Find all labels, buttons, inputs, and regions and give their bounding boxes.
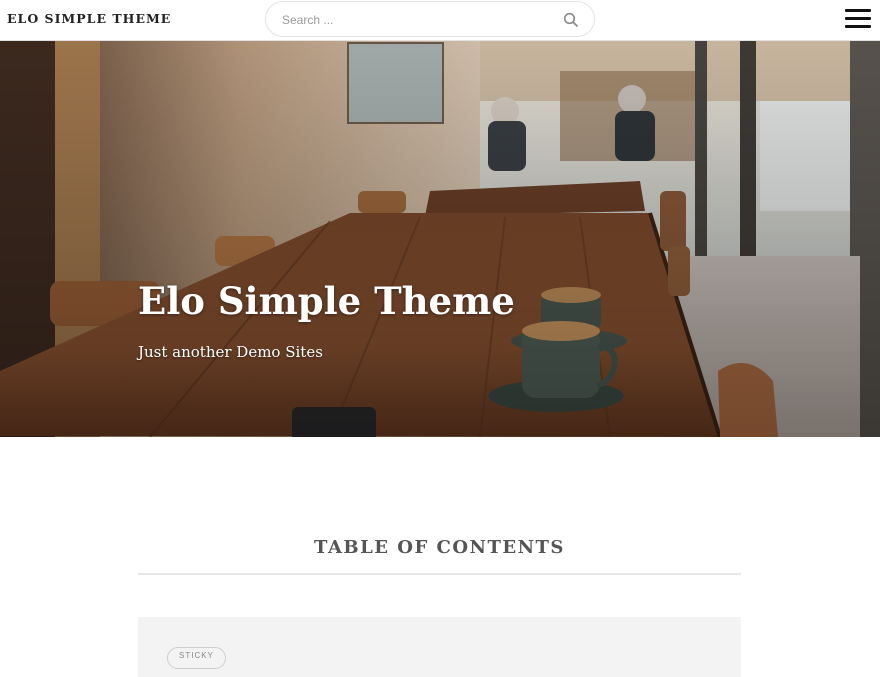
hero-title: Elo Simple Theme [138, 279, 515, 323]
search-bar [265, 1, 595, 37]
hamburger-menu-icon[interactable] [845, 9, 871, 29]
heading-divider [138, 573, 741, 575]
hero-tagline: Just another Demo Sites [138, 343, 323, 361]
post-card: STICKY [138, 617, 741, 677]
sticky-badge[interactable]: STICKY [167, 647, 226, 669]
cafe-background-image [0, 41, 880, 437]
search-input[interactable] [282, 10, 552, 30]
site-header: ELO SIMPLE THEME [0, 0, 880, 41]
section-heading: TABLE OF CONTENTS [314, 537, 565, 558]
search-icon[interactable] [563, 12, 579, 28]
site-title[interactable]: ELO SIMPLE THEME [7, 11, 171, 26]
hero-banner: Elo Simple Theme Just another Demo Sites [0, 41, 880, 437]
